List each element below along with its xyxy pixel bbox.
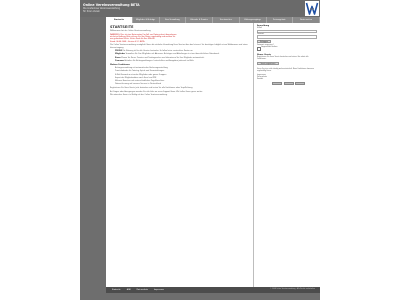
email-field[interactable] — [257, 29, 317, 33]
badge[interactable]: RSS — [295, 82, 305, 85]
intro-text: Willkommen bei der Online Vereinsverwalt… — [110, 30, 152, 32]
list-item: Datensicherung auf unseren Servern in De… — [115, 83, 249, 85]
sidebar-link-datenschutz[interactable]: Datenschutz — [257, 77, 317, 78]
sidebar-link-impressum[interactable]: Impressum — [257, 75, 317, 76]
login-heading: Anmeldung — [257, 25, 270, 27]
register-heading: Neuer Verein — [257, 53, 271, 56]
password-field[interactable] — [257, 35, 317, 39]
list-item: Terminkalender für Training, Spiele und … — [115, 70, 249, 72]
feature-item: Finanzen Behalten Sie Beitragszahlungen,… — [115, 60, 249, 62]
app-window: Online Vereinsverwaltung BETA Die kosten… — [0, 0, 400, 300]
closing-paragraph: Wir wünschen Ihnen viel Erfolg mit der O… — [110, 94, 168, 97]
register-paragraph: Registrieren Sie Ihren Verein jetzt kost… — [110, 86, 193, 89]
partner-badges: XHTML CSS RSS — [272, 82, 320, 85]
login-button[interactable]: Einloggen — [257, 39, 271, 44]
list-item: Export der Mitgliederdaten nach Excel un… — [115, 77, 249, 79]
beta-warning: WARNUNG: Dies ist eine Betaversion! Im F… — [110, 34, 249, 43]
copyright-text: © 2008 Online Vereinsverwaltung - Alle R… — [270, 288, 315, 290]
site-subtitle-line: für Ihren Verein — [83, 9, 100, 13]
remember-checkbox[interactable] — [257, 47, 261, 51]
footer-link-startseite[interactable]: Startseite — [112, 289, 121, 291]
site-subtitle: Die kostenlose Vereinsverwaltung für Ihr… — [83, 7, 120, 13]
feature-item: Mitglieder Verwalten Sie Ihre Mitglieder… — [115, 53, 249, 55]
feature-label: Kurse — [115, 56, 121, 59]
support-paragraph: Bei Fragen oder Anregungen wenden Sie si… — [110, 90, 203, 93]
site-footer: Startseite AGB Datenschutz Impressum © 2… — [106, 287, 320, 293]
feature-text: Die Nutzung ist für alle Vereine kostenl… — [122, 50, 194, 53]
feature-item: Kurse Planen Sie Kurse, Termine und Trai… — [115, 57, 249, 59]
page-frame: Online Vereinsverwaltung BETA Die kosten… — [80, 0, 320, 300]
list-heading: Weitere Funktionen: — [110, 63, 131, 66]
list-item: E-Mail-Versand an einzelne Mitglieder od… — [115, 74, 249, 76]
register-button[interactable]: Verein registrieren — [257, 61, 279, 66]
list-item: Mehrere Benutzer mit unterschiedlichen Z… — [115, 80, 249, 82]
register-text: Registrieren Sie Ihren Verein kostenlos … — [257, 56, 309, 60]
feature-text: Behalten Sie Beitragszahlungen, Lastschr… — [124, 59, 195, 62]
logo-text: OV — [310, 7, 314, 11]
main-content: STARTSEITE Willkommen bei der Online Ver… — [106, 23, 253, 287]
intro-paragraph: Die Online Vereinsverwaltung ermöglicht … — [110, 44, 248, 49]
page-title: STARTSEITE — [110, 25, 134, 29]
logo-icon[interactable]: OV — [305, 1, 319, 16]
feature-label: Mitglieder — [115, 53, 126, 56]
badge[interactable]: XHTML — [272, 82, 282, 85]
sidebar-link-kontakt[interactable]: Kontakt — [257, 79, 317, 80]
info-text: Unser Service wird ständig weiterentwick… — [257, 69, 314, 73]
footer-link-impressum[interactable]: Impressum — [154, 289, 164, 291]
function-list: Beitragsverwaltung mit automatischer Rec… — [110, 67, 249, 85]
warning-line: Stand: 06.04.2008 - Version 0.9.1 BETA — [110, 40, 145, 43]
footer-link-datenschutz[interactable]: Datenschutz — [137, 289, 148, 291]
remember-row: Angemeldet bleiben — [257, 47, 317, 51]
body-text: Willkommen bei der Online Vereinsverwalt… — [110, 30, 249, 98]
sidebar: Anmeldung E-Mail Passwort Einloggen Pass… — [253, 23, 320, 287]
remember-label: Angemeldet bleiben — [261, 46, 278, 48]
feature-list: PREISE Die Nutzung ist für alle Vereine … — [110, 50, 249, 62]
site-header: Online Vereinsverwaltung BETA Die kosten… — [80, 0, 320, 17]
feature-label: Finanzen — [115, 59, 124, 62]
forgot-password-link[interactable]: Passwort vergessen? — [257, 45, 317, 46]
feature-text: Verwalten Sie Ihre Mitglieder mit Adress… — [125, 53, 220, 56]
footer-link-agb[interactable]: AGB — [127, 289, 131, 291]
feature-text: Planen Sie Kurse, Termine und Trainingsz… — [121, 56, 205, 59]
feature-label: PREISE — [115, 50, 122, 53]
badge[interactable]: CSS — [283, 82, 294, 85]
